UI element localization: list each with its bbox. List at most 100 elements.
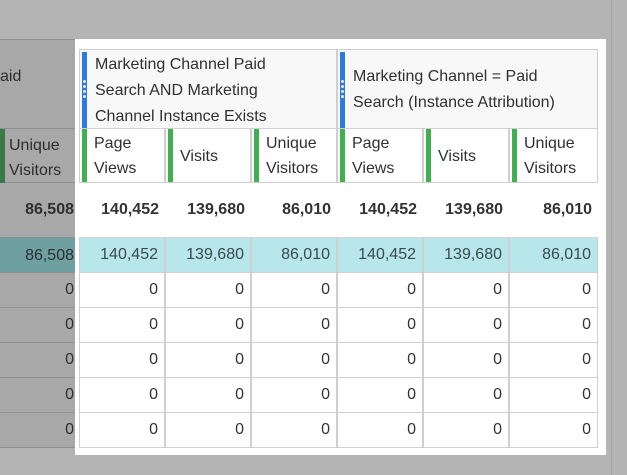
table-cell-value: 0 <box>407 316 416 333</box>
table-cell[interactable]: 0 <box>509 378 598 413</box>
highlighted-row-cell[interactable]: 139,680 <box>423 238 509 273</box>
table-cell[interactable]: 0 <box>337 413 423 448</box>
table-cell[interactable]: 0 <box>251 378 337 413</box>
segment-title-line: Marketing Channel Paid <box>95 56 266 73</box>
highlighted-row-cell[interactable]: 140,452 <box>337 238 423 273</box>
table-cell[interactable]: 0 <box>337 308 423 343</box>
metric-label-line2: Visitors <box>524 160 577 177</box>
table-cell[interactable]: 0 <box>423 343 509 378</box>
dimension-data-row: 0 <box>0 308 75 343</box>
table-cell[interactable]: 0 <box>251 413 337 448</box>
table-cell[interactable]: 0 <box>79 343 165 378</box>
freeform-table: Marketing Channel Paid Search AND Marketi… <box>79 49 598 449</box>
column-total-cell: 140,452 <box>337 183 423 238</box>
dimension-data-row: 0 <box>0 413 75 448</box>
column-total-value: 140,452 <box>101 201 159 218</box>
table-cell-value: 0 <box>235 316 244 333</box>
table-cell-value: 0 <box>321 421 330 438</box>
column-total-cell: 140,452 <box>79 183 165 238</box>
metric-color-bar <box>82 129 87 182</box>
column-total-cell: 139,680 <box>165 183 251 238</box>
table-cell[interactable]: 0 <box>251 308 337 343</box>
table-cell-value: 0 <box>493 316 502 333</box>
table-cell-value: 0 <box>407 281 416 298</box>
table-cell[interactable]: 0 <box>79 308 165 343</box>
table-cell-value: 0 <box>321 351 330 368</box>
window-edge <box>611 0 612 475</box>
column-total-value: 140,452 <box>359 201 417 218</box>
dimension-total-value: 86,508 <box>25 201 74 218</box>
segment-title-line: Channel Instance Exists <box>95 108 267 125</box>
drag-handle-icon[interactable] <box>83 80 86 100</box>
highlighted-row-cell[interactable]: 139,680 <box>165 238 251 273</box>
table-cell[interactable]: 0 <box>165 413 251 448</box>
metric-column-label: Visits <box>180 144 218 169</box>
table-cell-value: 0 <box>149 421 158 438</box>
table-cell[interactable]: 0 <box>509 343 598 378</box>
dimension-highlight-cell: 86,508 <box>0 238 75 273</box>
table-cell[interactable]: 0 <box>337 343 423 378</box>
table-cell[interactable]: 0 <box>423 378 509 413</box>
metric-column-label: Visits <box>438 144 476 169</box>
column-total-cell: 139,680 <box>423 183 509 238</box>
metric-label-line2: Views <box>94 160 137 177</box>
metric-column-header[interactable]: Visits <box>423 129 509 183</box>
table-cell-value: 0 <box>582 351 591 368</box>
table-cell-value: 0 <box>235 281 244 298</box>
column-total-cell: 86,010 <box>509 183 598 238</box>
table-cell[interactable]: 0 <box>251 273 337 308</box>
highlighted-row-cell[interactable]: 140,452 <box>79 238 165 273</box>
table-cell[interactable]: 0 <box>165 343 251 378</box>
table-cell[interactable]: 0 <box>509 308 598 343</box>
column-total-value: 139,680 <box>445 201 503 218</box>
highlighted-row-cell[interactable]: 86,010 <box>251 238 337 273</box>
table-cell-value: 0 <box>149 316 158 333</box>
table-cell[interactable]: 0 <box>251 343 337 378</box>
segment-title-line: Marketing Channel = Paid <box>353 68 538 85</box>
metric-label-line1: Visits <box>438 148 476 165</box>
metric-color-bar <box>0 129 5 183</box>
metric-column-label: Unique Visitors <box>266 131 318 181</box>
metric-column-header[interactable]: Unique Visitors <box>509 129 598 183</box>
table-cell[interactable]: 0 <box>423 308 509 343</box>
metric-column-header[interactable]: Page Views <box>337 129 423 183</box>
table-cell-value: 0 <box>493 386 502 403</box>
table-cell[interactable]: 0 <box>165 273 251 308</box>
table-cell-value: 0 <box>582 316 591 333</box>
segment-header[interactable]: Marketing Channel = Paid Search (Instance… <box>337 49 598 129</box>
dimension-row-value: 0 <box>65 281 74 298</box>
table-cell[interactable]: 0 <box>337 378 423 413</box>
drag-handle-icon[interactable] <box>341 80 344 100</box>
metric-column-header[interactable]: Visits <box>165 129 251 183</box>
table-cell[interactable]: 0 <box>509 413 598 448</box>
segment-title: Marketing Channel = Paid Search (Instance… <box>353 64 555 116</box>
table-cell[interactable]: 0 <box>165 378 251 413</box>
metric-column-header[interactable]: Page Views <box>79 129 165 183</box>
metric-column-header[interactable]: Unique Visitors <box>251 129 337 183</box>
table-cell[interactable]: 0 <box>423 413 509 448</box>
table-cell[interactable]: 0 <box>79 378 165 413</box>
table-cell-value: 0 <box>493 421 502 438</box>
metric-column-label: Page Views <box>352 131 394 181</box>
highlighted-row-value: 140,452 <box>100 246 158 263</box>
table-cell[interactable]: 0 <box>423 273 509 308</box>
metric-label-line1: Unique <box>9 137 60 154</box>
metric-label-line2: Visitors <box>266 160 319 177</box>
table-cell-value: 0 <box>235 421 244 438</box>
table-cell[interactable]: 0 <box>165 308 251 343</box>
table-cell[interactable]: 0 <box>79 273 165 308</box>
table-cell-value: 0 <box>582 421 591 438</box>
metric-color-bar <box>340 129 345 182</box>
table-cell[interactable]: 0 <box>79 413 165 448</box>
table-cell[interactable]: 0 <box>337 273 423 308</box>
segment-header[interactable]: Marketing Channel Paid Search AND Marketi… <box>79 49 337 129</box>
column-total-value: 139,680 <box>187 201 245 218</box>
highlighted-row-cell[interactable]: 86,010 <box>509 238 598 273</box>
segment-title: Marketing Channel Paid Search AND Marketi… <box>95 52 267 130</box>
metric-color-bar <box>168 129 173 182</box>
column-total-cell: 86,010 <box>251 183 337 238</box>
dimension-total-cell: 86,508 <box>0 183 75 238</box>
table-cell[interactable]: 0 <box>509 273 598 308</box>
table-cell-value: 0 <box>582 281 591 298</box>
table-cell-value: 0 <box>407 351 416 368</box>
